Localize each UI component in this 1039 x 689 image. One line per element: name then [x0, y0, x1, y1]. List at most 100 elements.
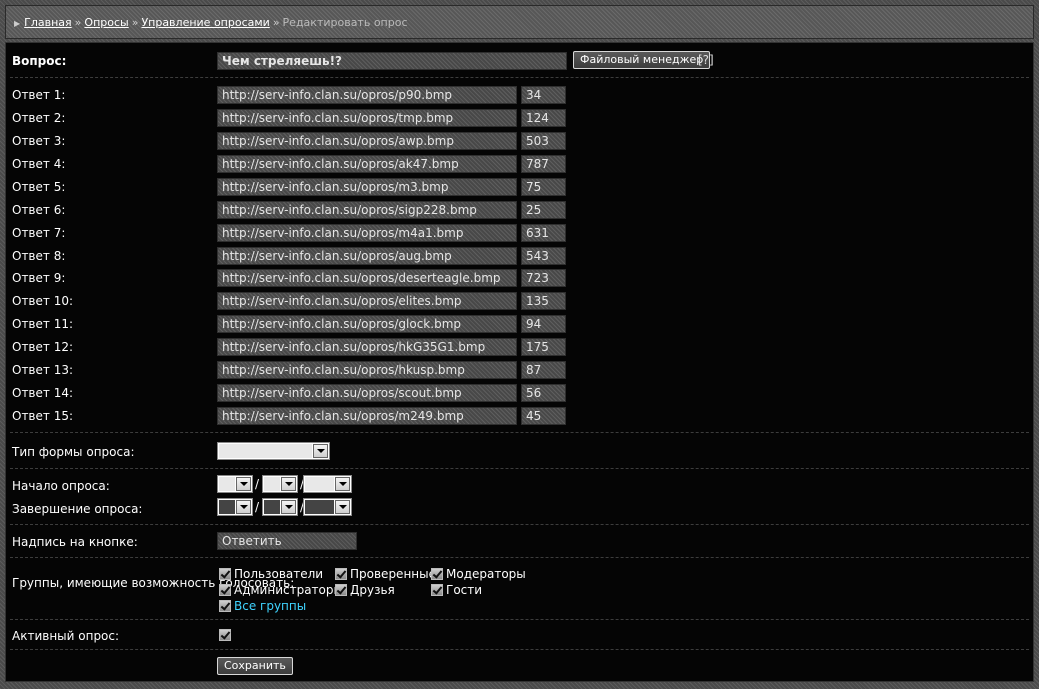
- answer-url-input[interactable]: http://serv-info.clan.su/opros/sigp228.b…: [217, 201, 517, 219]
- start-year-select[interactable]: [303, 475, 352, 493]
- poll-edit-form: Вопрос: Чем стреляешь!? Файловый менедже…: [5, 42, 1034, 682]
- help-link[interactable]: [?]: [698, 53, 714, 67]
- breadcrumb-manage-link[interactable]: Управление опросами: [141, 16, 269, 29]
- chevron-down-icon: [281, 477, 296, 491]
- answer-url-input[interactable]: http://serv-info.clan.su/opros/hkG35G1.b…: [217, 338, 517, 356]
- answer-votes-input[interactable]: 75: [521, 178, 566, 196]
- breadcrumb-separator: »: [131, 16, 139, 29]
- answer-votes-input[interactable]: 87: [521, 361, 566, 379]
- answer-url-input[interactable]: http://serv-info.clan.su/opros/elites.bm…: [217, 292, 517, 310]
- answer-label: Ответ 10:: [12, 294, 74, 308]
- answer-label: Ответ 12:: [12, 340, 74, 354]
- end-date-label: Завершение опроса:: [12, 502, 143, 516]
- end-month-select[interactable]: [262, 498, 298, 516]
- answer-label: Ответ 4:: [12, 157, 66, 171]
- breadcrumb-arrow-icon: ▶: [14, 19, 21, 28]
- button-caption-input[interactable]: Ответить: [217, 532, 357, 550]
- answer-votes-input[interactable]: 543: [521, 247, 566, 265]
- answer-votes-input[interactable]: 787: [521, 155, 566, 173]
- end-year-select[interactable]: [303, 498, 352, 516]
- answer-label: Ответ 3:: [12, 134, 66, 148]
- answer-url-input[interactable]: http://serv-info.clan.su/opros/awp.bmp: [217, 132, 517, 150]
- group-label-verified: Проверенные: [350, 567, 436, 581]
- answer-votes-input[interactable]: 723: [521, 269, 566, 287]
- answer-votes-input[interactable]: 45: [521, 407, 566, 425]
- answer-url-input[interactable]: http://serv-info.clan.su/opros/m4a1.bmp: [217, 224, 517, 242]
- divider: [10, 619, 1029, 620]
- answer-votes-input[interactable]: 503: [521, 132, 566, 150]
- breadcrumb-home-link[interactable]: Главная: [24, 16, 72, 29]
- divider: [10, 649, 1029, 650]
- divider: [10, 468, 1029, 469]
- answer-votes-input[interactable]: 631: [521, 224, 566, 242]
- checkbox-moderators[interactable]: [431, 568, 443, 580]
- breadcrumb-polls-link[interactable]: Опросы: [84, 16, 128, 29]
- chevron-down-icon: [335, 477, 350, 491]
- question-input[interactable]: Чем стреляешь!?: [217, 52, 567, 70]
- chevron-down-icon: [236, 477, 251, 491]
- answer-url-input[interactable]: http://serv-info.clan.su/opros/m249.bmp: [217, 407, 517, 425]
- answer-url-input[interactable]: http://serv-info.clan.su/opros/ak47.bmp: [217, 155, 517, 173]
- chevron-down-icon: [313, 444, 328, 458]
- chevron-down-icon: [335, 500, 350, 514]
- breadcrumb-separator: »: [272, 16, 280, 29]
- answer-votes-input[interactable]: 25: [521, 201, 566, 219]
- answer-url-input[interactable]: http://serv-info.clan.su/opros/glock.bmp: [217, 315, 517, 333]
- start-day-select[interactable]: [217, 475, 253, 493]
- question-label: Вопрос:: [12, 54, 67, 68]
- checkbox-all-groups[interactable]: [219, 600, 231, 612]
- answer-url-input[interactable]: http://serv-info.clan.su/opros/hkusp.bmp: [217, 361, 517, 379]
- answer-url-input[interactable]: http://serv-info.clan.su/opros/deserteag…: [217, 269, 517, 287]
- date-separator: /: [255, 477, 260, 491]
- answer-votes-input[interactable]: 56: [521, 384, 566, 402]
- answer-url-input[interactable]: http://serv-info.clan.su/opros/aug.bmp: [217, 247, 517, 265]
- chevron-down-icon: [281, 500, 296, 514]
- group-label-admins: Администраторы: [234, 583, 343, 597]
- form-type-select[interactable]: [217, 442, 330, 460]
- file-manager-button[interactable]: Файловый менеджер: [573, 51, 711, 69]
- answer-label: Ответ 6:: [12, 203, 66, 217]
- divider: [10, 432, 1029, 433]
- group-label-guests: Гости: [446, 583, 483, 597]
- end-day-select[interactable]: [217, 498, 253, 516]
- breadcrumb-current: Редактировать опрос: [282, 16, 408, 29]
- answer-votes-input[interactable]: 135: [521, 292, 566, 310]
- answer-label: Ответ 8:: [12, 249, 66, 263]
- checkbox-guests[interactable]: [431, 584, 443, 596]
- answer-label: Ответ 11:: [12, 317, 74, 331]
- checkbox-verified[interactable]: [335, 568, 347, 580]
- divider: [10, 77, 1029, 78]
- answer-label: Ответ 2:: [12, 111, 66, 125]
- form-type-label: Тип формы опроса:: [12, 445, 135, 459]
- answer-label: Ответ 15:: [12, 409, 74, 423]
- group-label-users: Пользователи: [234, 567, 324, 581]
- answer-votes-input[interactable]: 34: [521, 86, 566, 104]
- group-label-all[interactable]: Все группы: [234, 599, 306, 613]
- answer-label: Ответ 7:: [12, 226, 66, 240]
- breadcrumb: ▶ Главная» Опросы» Управление опросами» Реда…: [14, 16, 408, 29]
- divider: [10, 524, 1029, 525]
- checkbox-friends[interactable]: [335, 584, 347, 596]
- checkbox-users[interactable]: [219, 568, 231, 580]
- save-button[interactable]: Сохранить: [217, 657, 293, 675]
- start-date-label: Начало опроса:: [12, 479, 110, 493]
- breadcrumb-bar: ▶ Главная» Опросы» Управление опросами» Реда…: [5, 5, 1034, 39]
- answer-label: Ответ 14:: [12, 386, 74, 400]
- date-separator: /: [255, 500, 260, 514]
- answer-url-input[interactable]: http://serv-info.clan.su/opros/tmp.bmp: [217, 109, 517, 127]
- answer-url-input[interactable]: http://serv-info.clan.su/opros/scout.bmp: [217, 384, 517, 402]
- answer-votes-input[interactable]: 175: [521, 338, 566, 356]
- checkbox-active-poll[interactable]: [219, 629, 231, 641]
- answer-url-input[interactable]: http://serv-info.clan.su/opros/p90.bmp: [217, 86, 517, 104]
- divider: [10, 557, 1029, 558]
- start-month-select[interactable]: [262, 475, 298, 493]
- checkbox-admins[interactable]: [219, 584, 231, 596]
- answer-votes-input[interactable]: 94: [521, 315, 566, 333]
- group-label-friends: Друзья: [350, 583, 395, 597]
- button-caption-label: Надпись на кнопке:: [12, 535, 138, 549]
- answer-label: Ответ 9:: [12, 271, 66, 285]
- active-poll-label: Активный опрос:: [12, 629, 120, 643]
- group-label-moderators: Модераторы: [446, 567, 526, 581]
- answer-url-input[interactable]: http://serv-info.clan.su/opros/m3.bmp: [217, 178, 517, 196]
- answer-votes-input[interactable]: 124: [521, 109, 566, 127]
